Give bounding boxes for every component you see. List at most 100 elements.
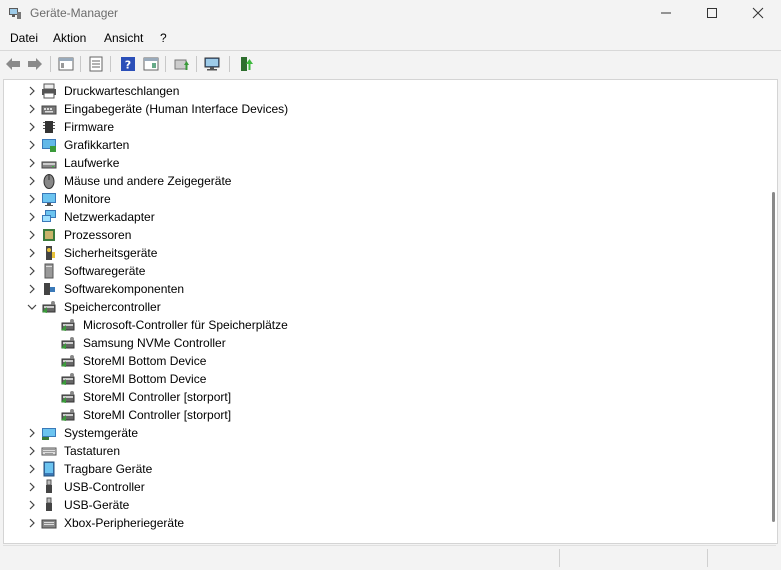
minimize-button[interactable]	[643, 0, 689, 26]
tree-category[interactable]: Systemgeräte	[4, 424, 764, 442]
details-view-button[interactable]	[142, 55, 160, 73]
tree-category[interactable]: Speichercontroller	[4, 298, 764, 316]
tree-item-label: Druckwarteschlangen	[64, 84, 180, 98]
minimize-icon	[661, 12, 671, 14]
tree-category[interactable]: Sicherheitsgeräte	[4, 244, 764, 262]
scrollbar-thumb[interactable]	[772, 192, 775, 522]
chevron-right-icon[interactable]	[26, 283, 38, 295]
add-device-button[interactable]	[237, 55, 255, 73]
tree-device[interactable]: StoreMI Bottom Device	[4, 352, 764, 370]
storage-controller-icon	[61, 373, 75, 385]
chevron-right-icon[interactable]	[26, 265, 38, 277]
list-view-icon	[89, 56, 103, 72]
tree-item-label: StoreMI Bottom Device	[83, 372, 207, 386]
device-tree: Druckwarteschlangen Eingabegeräte (Human …	[3, 79, 778, 544]
keyboard-icon	[41, 447, 57, 456]
chevron-down-icon[interactable]	[26, 301, 38, 313]
forward-button[interactable]	[26, 55, 44, 73]
chevron-right-icon[interactable]	[26, 175, 38, 187]
system-device-icon	[42, 428, 56, 440]
back-arrow-icon	[6, 58, 20, 70]
tree-item-label: Systemgeräte	[64, 426, 139, 440]
menu-bar: Datei Aktion Ansicht ?	[0, 28, 781, 48]
tree-item-label: USB-Controller	[64, 480, 145, 494]
network-adapter-icon	[42, 210, 56, 222]
close-button[interactable]	[735, 0, 781, 26]
tree-item-label: Speichercontroller	[64, 300, 161, 314]
tree-item-label: Mäuse und andere Zeigegeräte	[64, 174, 232, 188]
properties-panel-button[interactable]	[57, 55, 75, 73]
chevron-right-icon[interactable]	[26, 463, 38, 475]
tree-device[interactable]: StoreMI Bottom Device	[4, 370, 764, 388]
tree-category[interactable]: USB-Controller	[4, 478, 764, 496]
menu-aktion[interactable]: Aktion	[53, 31, 86, 45]
help-button[interactable]: ?	[119, 55, 137, 73]
tree-category[interactable]: Mäuse und andere Zeigegeräte	[4, 172, 764, 190]
tree-item-label: Grafikkarten	[64, 138, 130, 152]
drive-icon	[41, 161, 57, 169]
tree-category[interactable]: Tastaturen	[4, 442, 764, 460]
back-button[interactable]	[4, 55, 22, 73]
storage-controller-icon	[61, 337, 75, 349]
chevron-right-icon[interactable]	[26, 427, 38, 439]
tree-category[interactable]: Netzwerkadapter	[4, 208, 764, 226]
vertical-scrollbar[interactable]	[769, 80, 777, 543]
tree-item-label: USB-Geräte	[64, 498, 130, 512]
scan-hardware-button[interactable]	[204, 55, 222, 73]
tree-category[interactable]: Druckwarteschlangen	[4, 82, 764, 100]
tree-category[interactable]: Laufwerke	[4, 154, 764, 172]
tree-device[interactable]: Microsoft-Controller für Speicherplätze	[4, 316, 764, 334]
chevron-right-icon[interactable]	[26, 193, 38, 205]
tree-item-label: Microsoft-Controller für Speicherplätze	[83, 318, 288, 332]
xbox-peripheral-icon	[41, 519, 57, 529]
chevron-right-icon[interactable]	[26, 85, 38, 97]
tree-device[interactable]: StoreMI Controller [storport]	[4, 406, 764, 424]
tree-category[interactable]: Softwaregeräte	[4, 262, 764, 280]
tree-category[interactable]: Monitore	[4, 190, 764, 208]
tree-category[interactable]: USB-Geräte	[4, 496, 764, 514]
tree-item-label: Xbox-Peripheriegeräte	[64, 516, 185, 530]
window-title: Geräte-Manager	[30, 6, 119, 20]
chevron-right-icon[interactable]	[26, 481, 38, 493]
update-driver-icon	[174, 59, 189, 70]
tree-category[interactable]: Eingabegeräte (Human Interface Devices)	[4, 100, 764, 118]
tree-device[interactable]: Samsung NVMe Controller	[4, 334, 764, 352]
close-icon	[752, 7, 764, 19]
chevron-right-icon[interactable]	[26, 247, 38, 259]
tree-category[interactable]: Grafikkarten	[4, 136, 764, 154]
hid-icon	[41, 105, 57, 115]
menu-help[interactable]: ?	[160, 31, 167, 45]
chevron-right-icon[interactable]	[26, 445, 38, 457]
chevron-right-icon[interactable]	[26, 121, 38, 133]
graphics-card-icon	[42, 139, 56, 152]
list-view-button[interactable]	[87, 55, 105, 73]
tree-item-label: Tragbare Geräte	[64, 462, 153, 476]
toolbar-separator	[229, 56, 230, 72]
security-icon	[46, 246, 55, 260]
tree-category[interactable]: Xbox-Peripheriegeräte	[4, 514, 764, 532]
maximize-icon	[707, 8, 717, 18]
chevron-right-icon[interactable]	[26, 499, 38, 511]
chevron-right-icon[interactable]	[26, 211, 38, 223]
chevron-right-icon[interactable]	[26, 103, 38, 115]
tree-category[interactable]: Prozessoren	[4, 226, 764, 244]
tree-category[interactable]: Tragbare Geräte	[4, 460, 764, 478]
status-bar	[3, 545, 776, 568]
chevron-right-icon[interactable]	[26, 139, 38, 151]
tree-item-label: Laufwerke	[64, 156, 120, 170]
tree-device[interactable]: StoreMI Controller [storport]	[4, 388, 764, 406]
tree-item-label: Softwaregeräte	[64, 264, 146, 278]
chevron-right-icon[interactable]	[26, 157, 38, 169]
tree-item-label: Tastaturen	[64, 444, 121, 458]
menu-ansicht[interactable]: Ansicht	[104, 31, 143, 45]
tree-category[interactable]: Softwarekomponenten	[4, 280, 764, 298]
tree-item-label: Samsung NVMe Controller	[83, 336, 226, 350]
monitor-icon	[42, 193, 56, 206]
update-driver-button[interactable]	[173, 55, 191, 73]
maximize-button[interactable]	[689, 0, 735, 26]
chevron-right-icon[interactable]	[26, 229, 38, 241]
menu-datei[interactable]: Datei	[10, 31, 38, 45]
tree-category[interactable]: Firmware	[4, 118, 764, 136]
chevron-right-icon[interactable]	[26, 517, 38, 529]
title-bar: Geräte-Manager	[0, 0, 781, 26]
